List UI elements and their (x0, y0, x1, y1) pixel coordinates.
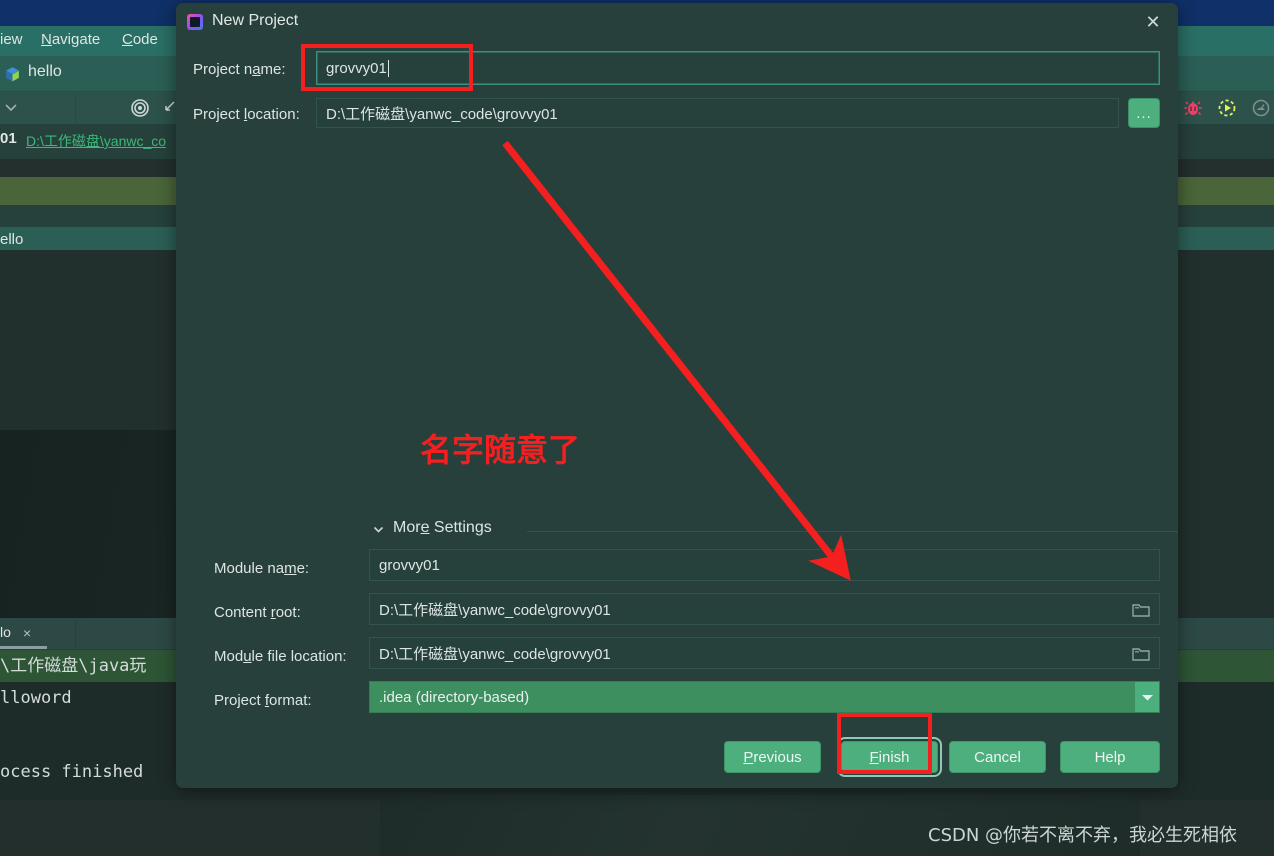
content-root-value: D:\工作磁盘\yanwc_code\grovvy01 (379, 599, 611, 620)
module-file-location-folder-icon[interactable] (1128, 642, 1154, 664)
more-settings-divider (527, 531, 1178, 532)
profiler-icon[interactable] (1251, 98, 1271, 118)
project-location-label-pre: Project (193, 106, 244, 123)
content-root-input[interactable]: D:\工作磁盘\yanwc_code\grovvy01 (369, 593, 1160, 625)
finish-button-label: Finish (869, 749, 909, 766)
help-button[interactable]: Help (1060, 741, 1160, 773)
intellij-logo-icon (187, 14, 203, 30)
finish-post: inish (879, 749, 910, 766)
module-name-label-pre: Module na (214, 560, 284, 577)
chevron-down-icon[interactable] (372, 523, 385, 539)
previous-accel: P (743, 749, 753, 766)
screen: iew Navigate Code hello (0, 0, 1274, 856)
tab-run-label[interactable]: lo (0, 624, 11, 640)
previous-button-label: Previous (743, 749, 801, 766)
close-icon[interactable]: × (23, 625, 31, 641)
project-name-label-accel: a (252, 61, 260, 78)
module-file-location-label-post: le file location: (252, 648, 347, 665)
breadcrumb-label: hello (28, 63, 62, 81)
project-location-value: D:\工作磁盘\yanwc_code\grovvy01 (326, 103, 558, 124)
module-cube-icon (4, 66, 21, 83)
close-icon[interactable]: ✕ (1142, 12, 1164, 34)
module-name-value: grovvy01 (379, 557, 440, 574)
module-name-label: Module name: (214, 560, 309, 577)
run-toolbar-icons (1175, 92, 1274, 125)
browse-location-label: ... (1136, 105, 1152, 122)
project-root-index: 01 (0, 130, 17, 147)
finish-button[interactable]: Finish (841, 741, 938, 773)
content-root-label-pre: Content (214, 604, 271, 621)
dialog-title: New Project (212, 12, 298, 30)
project-location-label-post: ocation: (247, 106, 300, 123)
new-project-dialog: New Project ✕ Project name: grovvy01 Pro… (176, 3, 1178, 788)
console-line: lloword (0, 688, 72, 708)
watermark-text: CSDN @你若不离不弃，我必生死相依 (928, 821, 1237, 847)
tab-active-indicator (0, 646, 47, 649)
content-root-folder-icon[interactable] (1128, 598, 1154, 620)
menu-item-view[interactable]: iew (0, 31, 23, 48)
dialog-titlebar: New Project ✕ (176, 3, 1178, 41)
cancel-button-label: Cancel (974, 749, 1021, 766)
previous-button[interactable]: Previous (724, 741, 821, 773)
help-button-label: Help (1095, 749, 1126, 766)
more-settings-label: More Settings (393, 519, 492, 537)
module-file-location-label-accel: u (243, 648, 251, 665)
browse-location-button[interactable]: ... (1128, 98, 1160, 128)
more-settings-header[interactable]: More Settings (372, 519, 1178, 543)
run-icon[interactable] (1217, 98, 1237, 118)
module-name-input[interactable]: grovvy01 (369, 549, 1160, 581)
project-name-label: Project name: (193, 61, 286, 78)
module-file-location-value: D:\工作磁盘\yanwc_code\grovvy01 (379, 643, 611, 664)
menu-item-code[interactable]: Code (122, 31, 158, 48)
project-name-value: grovvy01 (326, 60, 387, 77)
project-name-label-post: me: (261, 61, 286, 78)
project-format-select[interactable]: .idea (directory-based) (369, 681, 1160, 713)
project-location-input[interactable]: D:\工作磁盘\yanwc_code\grovvy01 (316, 98, 1119, 128)
project-format-label: Project format: (214, 692, 312, 709)
debug-icon[interactable] (1183, 98, 1203, 118)
console-line: ocess finished (0, 762, 143, 782)
chevron-down-icon[interactable] (1135, 682, 1159, 712)
module-file-location-label: Module file location: (214, 648, 347, 665)
menu-item-navigate[interactable]: Navigate (41, 31, 100, 48)
project-format-label-pre: Project (214, 692, 265, 709)
menu-item-view-label: iew (0, 31, 23, 48)
module-file-location-label-pre: Mod (214, 648, 243, 665)
chevron-down-icon[interactable] (2, 98, 20, 116)
tabbar-divider (75, 620, 76, 648)
annotation-note: 名字随意了 (420, 425, 580, 471)
text-caret (388, 60, 389, 77)
project-format-label-post: ormat: (269, 692, 312, 709)
previous-post: revious (753, 749, 801, 766)
project-location-label: Project location: (193, 106, 300, 123)
content-root-label-post: oot: (276, 604, 301, 621)
project-name-input[interactable]: grovvy01 (316, 51, 1160, 85)
target-locate-icon[interactable] (130, 98, 150, 118)
project-format-value: .idea (directory-based) (379, 689, 529, 706)
more-settings-label-post: Settings (429, 519, 491, 536)
module-name-label-accel: m (284, 560, 297, 577)
finish-accel: F (869, 749, 878, 766)
module-file-location-input[interactable]: D:\工作磁盘\yanwc_code\grovvy01 (369, 637, 1160, 669)
project-root-path: D:\工作磁盘\yanwc_co (26, 131, 166, 151)
project-name-label-pre: Project n (193, 61, 252, 78)
content-root-label: Content root: (214, 604, 301, 621)
toolstrip-divider (75, 94, 76, 123)
module-name-label-post: e: (297, 560, 310, 577)
list-item[interactable]: ello (0, 227, 180, 252)
more-settings-label-pre: Mor (393, 519, 421, 536)
cancel-button[interactable]: Cancel (949, 741, 1046, 773)
